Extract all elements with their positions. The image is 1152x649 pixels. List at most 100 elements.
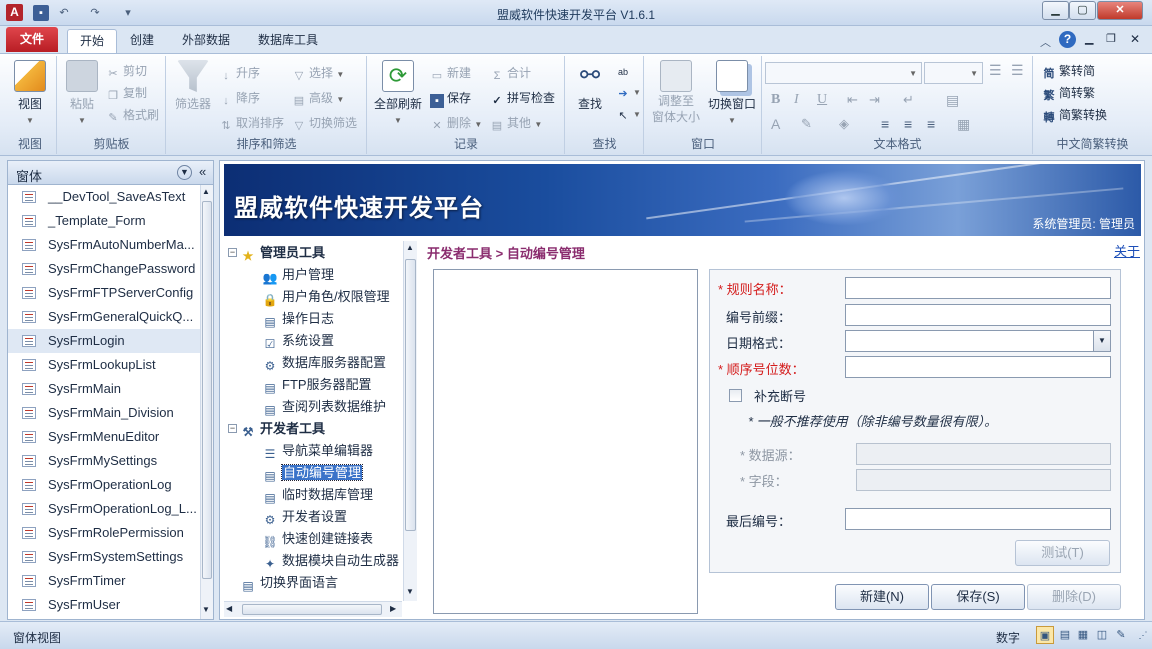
new-record-button[interactable]: ▭ 新建 xyxy=(430,64,471,83)
maximize-button[interactable]: ▢ xyxy=(1069,1,1096,20)
font-size-dropdown[interactable]: ▼ xyxy=(924,62,983,84)
tree-item[interactable]: ⚙ 数据库服务器配置 xyxy=(262,353,386,373)
tree-item[interactable]: 👥 用户管理 xyxy=(262,265,335,285)
tree-item[interactable]: ▤ 自动编号管理 xyxy=(262,463,364,483)
tree-vertical-scrollbar[interactable]: ▲ ▼ xyxy=(403,241,417,601)
nav-item[interactable]: SysFrmUser xyxy=(8,593,200,617)
nav-item[interactable]: SysFrmTimer xyxy=(8,569,200,593)
to-simplified-button[interactable]: 简繁转简 xyxy=(1042,62,1096,81)
datasheet-view-icon[interactable]: ▤ xyxy=(1056,626,1074,644)
tab-database-tools[interactable]: 数据库工具 xyxy=(246,29,330,53)
cut-button[interactable]: ✂ 剪切 xyxy=(106,62,147,81)
tree-item[interactable]: ✦ 数据模块自动生成器 xyxy=(262,551,399,571)
nav-item[interactable]: __DevTool_SaveAsText xyxy=(8,185,200,209)
doc-close-icon[interactable]: ✕ xyxy=(1130,32,1140,46)
design-ruler-icon[interactable]: ✎ xyxy=(1112,626,1130,644)
align-center-icon[interactable]: ≡ xyxy=(904,116,912,132)
totals-button[interactable]: Σ 合计 xyxy=(490,64,531,83)
font-color-icon[interactable]: A xyxy=(771,116,780,132)
supplement-checkbox[interactable] xyxy=(729,389,742,402)
about-link[interactable]: 关于 xyxy=(1114,241,1140,260)
nav-scroll-up-icon[interactable]: ▲ xyxy=(202,187,210,196)
highlight-icon[interactable]: ✎ xyxy=(801,116,812,132)
tree-item[interactable]: ⚙ 开发者设置 xyxy=(262,507,347,527)
table-grid-icon[interactable]: ▦ xyxy=(957,116,970,133)
tree-scroll-down-icon[interactable]: ▼ xyxy=(406,587,414,596)
tab-external-data[interactable]: 外部数据 xyxy=(170,29,242,53)
tab-file[interactable]: 文件 xyxy=(6,27,58,52)
to-traditional-button[interactable]: 繁简转繁 xyxy=(1042,84,1096,103)
delete-button[interactable]: 删除(D) xyxy=(1027,584,1121,610)
nav-scroll-down-icon[interactable]: ▼ xyxy=(202,605,210,614)
nav-item[interactable]: SysFrmOperationLog_L... xyxy=(8,497,200,521)
tree-collapse-icon[interactable]: − xyxy=(228,248,237,257)
tree-scroll-left-icon[interactable]: ◀ xyxy=(226,604,232,613)
tree-group-admin[interactable]: ★ 管理员工具 xyxy=(240,243,325,263)
nav-item[interactable]: SysFrmOperationLog xyxy=(8,473,200,497)
delete-record-button[interactable]: ✕ 删除 ▼ xyxy=(430,114,482,133)
fill-color-icon[interactable]: ◈ xyxy=(839,116,849,132)
save-button[interactable]: 保存(S) xyxy=(931,584,1025,610)
bold-icon[interactable]: B xyxy=(771,92,780,108)
convert-button[interactable]: 轉简繁转换 xyxy=(1042,106,1108,125)
format-painter-button[interactable]: ✎ 格式刷 xyxy=(106,106,159,125)
tab-home[interactable]: 开始 xyxy=(67,29,118,53)
goto-button[interactable]: ➔ ▼ xyxy=(616,84,641,101)
last-number-field[interactable] xyxy=(845,508,1111,530)
nav-item[interactable]: SysFrmLogin xyxy=(8,329,200,353)
nav-item[interactable]: SysFrmMain_Division xyxy=(8,401,200,425)
paste-button[interactable]: 粘贴 ▼ xyxy=(62,60,102,126)
tree-item[interactable]: ▤ 操作日志 xyxy=(262,309,334,329)
indent-icon[interactable]: ⇤ xyxy=(847,92,858,108)
save-record-button[interactable]: ▪ 保存 xyxy=(430,89,471,108)
bullets-icon[interactable]: ☰ xyxy=(989,62,1002,79)
help-icon[interactable]: ? xyxy=(1059,31,1076,48)
more-button[interactable]: ▤ 其他 ▼ xyxy=(490,114,542,133)
form-view-icon[interactable]: ▣ xyxy=(1036,626,1054,644)
nav-item[interactable]: SysFrmChangePassword xyxy=(8,257,200,281)
underline-icon[interactable]: U xyxy=(817,92,827,108)
spelling-button[interactable]: ✓ 拼写检查 xyxy=(490,89,555,108)
minimize-button[interactable]: ▁ xyxy=(1042,1,1069,20)
view-button[interactable]: 视图 ▼ xyxy=(8,60,52,126)
tree-scroll-thumb[interactable] xyxy=(405,259,416,531)
rtl-icon[interactable]: ↵ xyxy=(903,92,914,108)
outdent-icon[interactable]: ⇥ xyxy=(869,92,880,108)
toggle-filter-button[interactable]: ▽ 切换筛选 xyxy=(292,114,357,133)
prefix-field[interactable] xyxy=(845,304,1111,326)
align-left-icon[interactable]: ≡ xyxy=(881,116,889,132)
replace-button[interactable]: ab xyxy=(616,62,633,79)
tree-item[interactable]: ▤ 查阅列表数据维护 xyxy=(262,397,386,417)
nav-item[interactable]: SysFrmSystemSettings xyxy=(8,545,200,569)
tree-hscroll-thumb[interactable] xyxy=(242,604,382,615)
nav-item[interactable]: SysFrmGeneralQuickQ... xyxy=(8,305,200,329)
layout-view-icon[interactable]: ▦ xyxy=(1074,626,1092,644)
size-to-fit-button[interactable]: 调整至 窗体大小 xyxy=(649,60,703,125)
rule-name-field[interactable] xyxy=(845,277,1111,299)
resize-grip-icon[interactable]: ⋰ xyxy=(1134,626,1152,644)
tree-item[interactable]: ☑ 系统设置 xyxy=(262,331,334,351)
date-format-dropdown-icon[interactable]: ▼ xyxy=(1093,331,1110,351)
doc-minimize-icon[interactable]: ▁ xyxy=(1085,32,1093,45)
tree-item[interactable]: ▤ 临时数据库管理 xyxy=(262,485,373,505)
tree-scroll-up-icon[interactable]: ▲ xyxy=(406,243,414,252)
font-name-dropdown[interactable]: ▼ xyxy=(765,62,922,84)
nav-scrollbar[interactable]: ▲ ▼ xyxy=(200,185,213,619)
select-button[interactable]: ↖ ▼ xyxy=(616,106,641,123)
nav-collapse-icon[interactable]: « xyxy=(199,164,206,179)
nav-item[interactable]: SysFrmMenuEditor xyxy=(8,425,200,449)
nav-menu-chevron-icon[interactable]: ▼ xyxy=(177,165,192,180)
test-button[interactable]: 测试(T) xyxy=(1015,540,1110,566)
date-format-select[interactable]: ▼ xyxy=(845,330,1111,352)
nav-pane-header[interactable]: 窗体 ▼ « xyxy=(8,161,213,185)
nav-item[interactable]: SysFrmMain xyxy=(8,377,200,401)
refresh-all-button[interactable]: ⟳ 全部刷新 ▼ xyxy=(370,60,426,126)
ribbon-collapse-icon[interactable]: ︿ xyxy=(1040,34,1051,50)
nav-scroll-thumb[interactable] xyxy=(202,201,212,579)
italic-icon[interactable]: I xyxy=(794,92,799,108)
nav-item[interactable]: SysFrmFTPServerConfig xyxy=(8,281,200,305)
seq-digits-field[interactable] xyxy=(845,356,1111,378)
nav-item[interactable]: _Template_Form xyxy=(8,209,200,233)
switch-windows-button[interactable]: 切换窗口 ▼ xyxy=(705,60,759,126)
tab-create[interactable]: 创建 xyxy=(118,29,166,53)
